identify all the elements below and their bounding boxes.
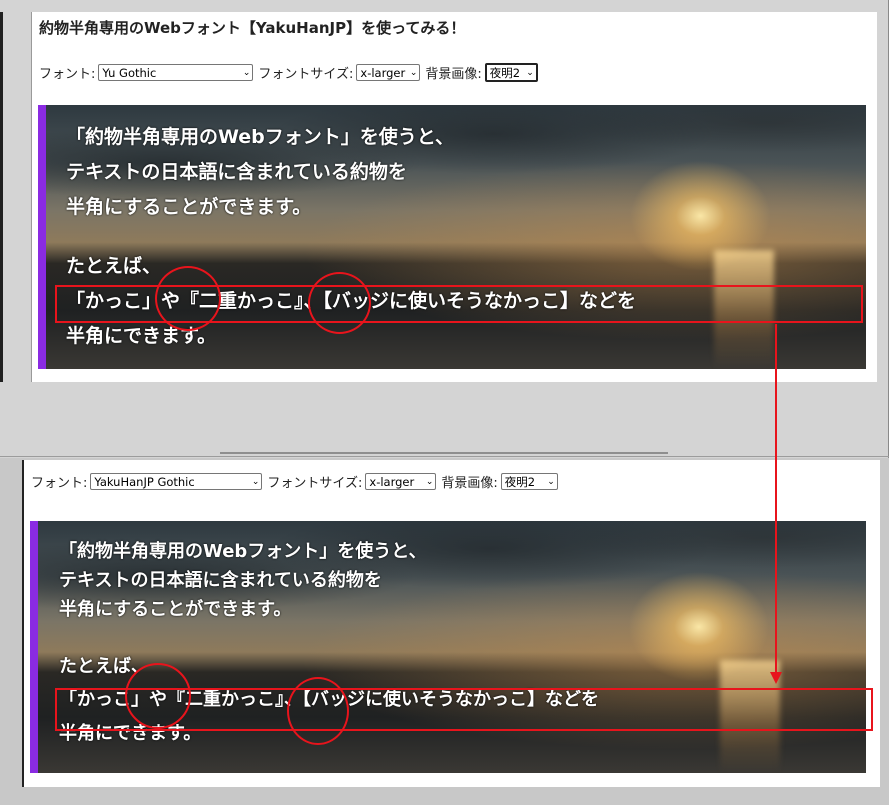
hero-line: 「約物半角専用のWebフォント」を使うと、 <box>66 126 455 148</box>
window-edge <box>0 12 3 382</box>
controls-bottom: フォント: YakuHanJP Gothic ⌄ フォントサイズ: x-larg… <box>31 472 558 491</box>
font-size-label: フォントサイズ: <box>258 67 354 82</box>
background-select-value: 夜明2 <box>489 65 521 80</box>
font-select-value: YakuHanJP Gothic <box>94 474 195 489</box>
chevron-down-icon: ⌄ <box>242 67 251 78</box>
hero-spacer <box>66 225 636 249</box>
page-title: 約物半角専用のWebフォント【YakuHanJP】を使ってみる！ <box>39 19 466 37</box>
font-size-select[interactable]: x-larger ⌄ <box>365 473 437 490</box>
background-select-value: 夜明2 <box>504 474 536 489</box>
font-size-select-value: x-larger <box>360 65 406 80</box>
font-select-value: Yu Gothic <box>102 65 157 80</box>
page-border <box>22 460 24 787</box>
highlight-circle-bottom-right <box>287 677 349 745</box>
font-select[interactable]: Yu Gothic ⌄ <box>98 64 254 81</box>
arrow-down-icon <box>770 672 782 684</box>
font-select[interactable]: YakuHanJP Gothic ⌄ <box>90 473 263 490</box>
connector-line <box>775 324 777 679</box>
bottom-page: フォント: YakuHanJP Gothic ⌄ フォントサイズ: x-larg… <box>22 460 880 787</box>
background-select[interactable]: 夜明2 ⌄ <box>500 473 558 490</box>
scrollbar-thumb[interactable] <box>220 452 668 454</box>
hero-accent-bar <box>30 521 38 773</box>
highlight-circle-top-right <box>308 272 371 334</box>
chevron-down-icon: ⌄ <box>425 476 434 487</box>
chevron-down-icon: ⌄ <box>409 67 418 78</box>
font-size-select-value: x-larger <box>369 474 415 489</box>
window-divider <box>0 456 889 457</box>
top-page: 約物半角専用のWebフォント【YakuHanJP】を使ってみる！ フォント: Y… <box>31 12 877 382</box>
hero-banner-top: 「約物半角専用のWebフォント」を使うと、 テキストの日本語に含まれている約物を… <box>38 105 866 369</box>
hero-line: テキストの日本語に含まれている約物を <box>59 570 382 591</box>
background-label: 背景画像: <box>425 67 482 82</box>
background-select[interactable]: 夜明2 ⌄ <box>484 63 538 82</box>
hero-spacer <box>59 624 599 652</box>
hero-line: 半角にすることができます。 <box>59 599 292 620</box>
hero-line: テキストの日本語に含まれている約物を <box>66 161 407 183</box>
background-label: 背景画像: <box>441 476 498 491</box>
highlight-circle-top-left <box>155 266 221 331</box>
font-size-select[interactable]: x-larger ⌄ <box>356 64 421 81</box>
hero-banner-bottom: 「約物半角専用のWebフォント」を使うと、 テキストの日本語に含まれている約物を… <box>30 521 866 773</box>
font-label: フォント: <box>39 67 96 82</box>
controls-top: フォント: Yu Gothic ⌄ フォントサイズ: x-larger ⌄ 背景… <box>39 63 538 82</box>
font-label: フォント: <box>31 476 88 491</box>
hero-line: 半角にすることができます。 <box>66 196 312 218</box>
hero-accent-bar <box>38 105 46 369</box>
chevron-down-icon: ⌄ <box>526 67 534 78</box>
chevron-down-icon: ⌄ <box>547 476 555 487</box>
chevron-down-icon: ⌄ <box>251 476 260 487</box>
highlight-circle-bottom-left <box>125 663 191 729</box>
font-size-label: フォントサイズ: <box>267 476 363 491</box>
hero-line: 「約物半角専用のWebフォント」を使うと、 <box>59 541 427 562</box>
page-border <box>31 12 32 382</box>
